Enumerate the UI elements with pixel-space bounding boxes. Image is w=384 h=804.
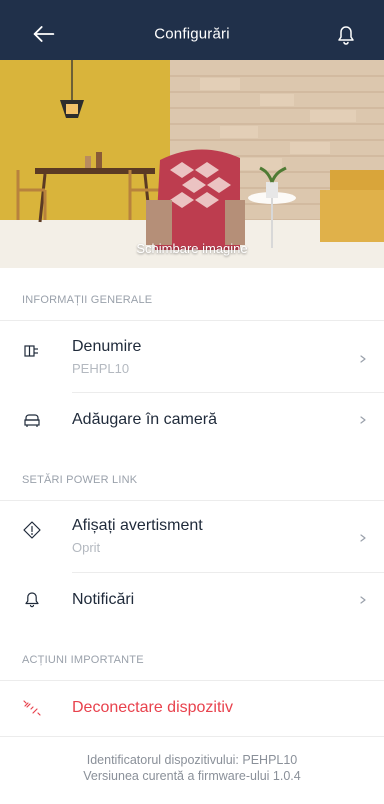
section-power-link: SETĂRI POWER LINK [0,448,384,500]
device-icon [24,345,38,357]
notifications-label: Notificări [72,591,135,608]
section-actions-title: ACȚIUNI IMPORTANTE [22,654,144,666]
chevron-right-icon [360,355,366,363]
section-actions: ACȚIUNI IMPORTANTE [0,628,384,680]
device-info-footer: Identificatorul dispozitivului: PEHPL10 … [0,752,384,784]
row-disconnect-device[interactable]: Deconectare dispozitiv [0,680,384,736]
disconnect-device-label: Deconectare dispozitiv [72,699,233,716]
sofa-icon [24,414,40,427]
settings-screen: Configurări Schimbare imagine INFORMAȚII… [0,0,384,804]
disconnect-icon [23,700,41,716]
room-image[interactable]: Schimbare imagine [0,60,384,268]
divider [0,736,384,737]
device-name-value: PEHPL10 [72,361,130,376]
device-name-label: Denumire [72,338,142,355]
room-illustration [0,60,384,268]
page-title: Configurări [154,25,230,43]
change-image-caption[interactable]: Schimbare imagine [0,241,384,256]
row-add-to-room[interactable]: Adăugare în cameră [0,392,384,448]
device-id-text: Identificatorul dispozitivului: PEHPL10 [86,753,298,767]
bell-icon[interactable] [334,24,358,48]
row-device-name[interactable]: Denumire PEHPL10 [0,320,384,392]
row-notifications[interactable]: Notificări [0,572,384,628]
chevron-right-icon [360,596,366,604]
show-warning-value: Oprit [72,540,101,555]
row-show-warning[interactable]: Afișați avertisment Oprit [0,500,384,572]
warning-icon [23,521,41,539]
firmware-version-text: Versiunea curentă a firmware-ului 1.0.4 [83,769,301,783]
add-to-room-label: Adăugare în cameră [72,411,217,428]
chevron-right-icon [360,534,366,542]
bell-icon [25,592,39,608]
section-general-title: INFORMAȚII GENERALE [22,294,153,306]
section-general: INFORMAȚII GENERALE [0,268,384,320]
show-warning-label: Afișați avertisment [72,517,203,534]
section-power-link-title: SETĂRI POWER LINK [22,474,138,486]
header-bar: Configurări [0,0,384,60]
chevron-right-icon [360,416,366,424]
